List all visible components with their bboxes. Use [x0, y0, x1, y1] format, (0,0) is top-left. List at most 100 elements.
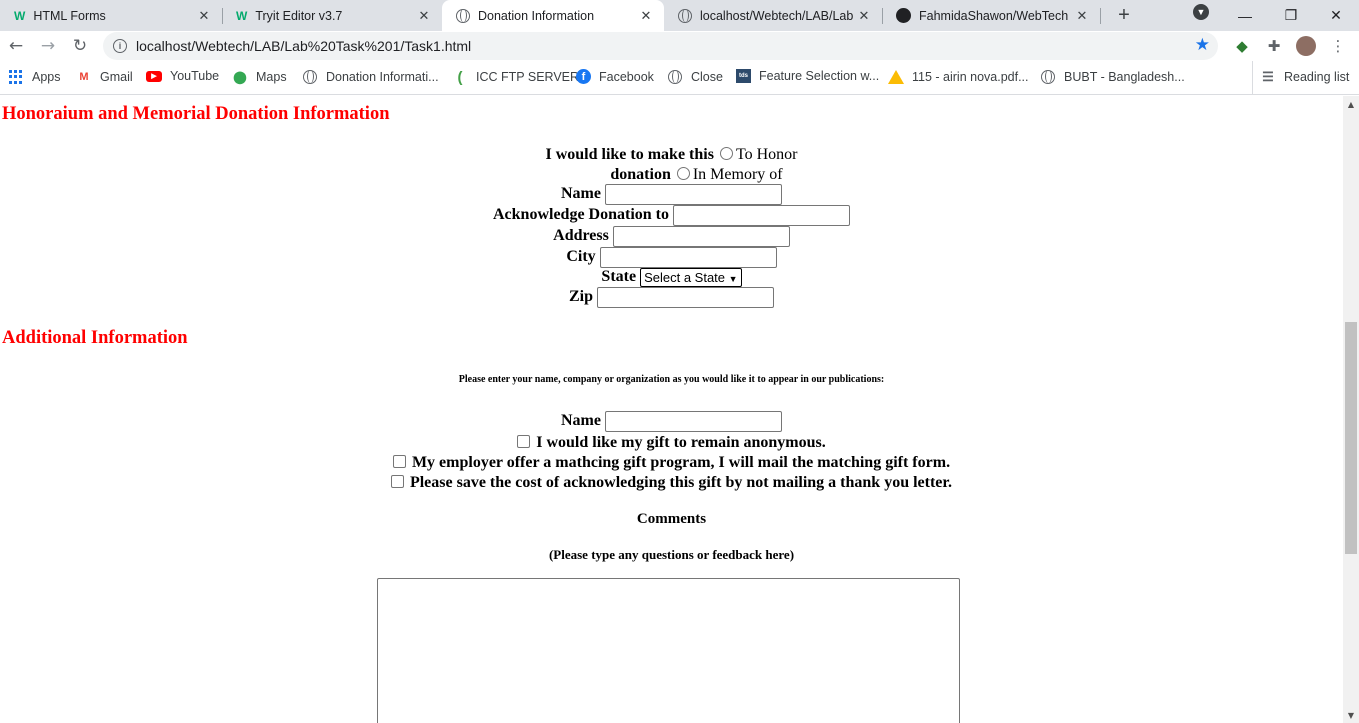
in-memory-radio[interactable]: [676, 167, 690, 181]
tab-title: Donation Information: [478, 8, 595, 23]
publication-name-input[interactable]: [604, 411, 782, 432]
back-arrow-icon[interactable]: ←: [4, 34, 28, 58]
save-cost-row: Please save the cost of acknowledging th…: [0, 473, 1343, 493]
page-viewport: Honoraium and Memorial Donation Informat…: [0, 96, 1343, 723]
globe-icon: [302, 69, 318, 85]
comments-heading: Comments: [636, 511, 707, 527]
close-icon[interactable]: ✕: [416, 8, 432, 24]
bookmark-label: ICC FTP SERVER: [476, 70, 580, 84]
state-selected-value: Select a State: [644, 269, 726, 285]
close-icon[interactable]: ✕: [196, 8, 212, 24]
tab-donation-information[interactable]: Donation Information ✕: [442, 0, 664, 31]
anonymous-label: I would like my gift to remain anonymous…: [536, 434, 826, 451]
reading-list-icon: ☰: [1262, 69, 1274, 84]
tab-title: FahmidaShawon/WebTech: [919, 8, 1069, 23]
donation-label: donation: [610, 166, 671, 183]
anonymous-row: I would like my gift to remain anonymous…: [0, 433, 1343, 453]
employer-match-checkbox[interactable]: [392, 455, 406, 469]
tab-title: Tryit Editor v3.7: [255, 8, 343, 23]
tab-title: HTML Forms: [33, 8, 106, 23]
globe-icon: [678, 8, 692, 23]
honor-memorial-heading: Honoraium and Memorial Donation Informat…: [2, 104, 390, 124]
minimize-icon[interactable]: —: [1222, 0, 1268, 31]
tab-search-icon[interactable]: ▼: [1193, 4, 1209, 20]
tab-localhost-lab[interactable]: localhost/Webtech/LAB/Lab ✕: [664, 0, 882, 31]
comments-heading-row: Comments: [0, 509, 1343, 529]
tab-strip: W HTML Forms ✕ W Tryit Editor v3.7 ✕ Don…: [0, 0, 1359, 31]
bookmark-label: Apps: [32, 70, 61, 84]
extension-icon[interactable]: ◆: [1233, 37, 1251, 55]
bookmark-star-icon[interactable]: ★: [1195, 35, 1210, 55]
close-icon[interactable]: ✕: [856, 8, 872, 24]
address-input[interactable]: [612, 226, 790, 247]
bookmark-icc-ftp[interactable]: ( ICC FTP SERVER: [452, 68, 580, 86]
acknowledge-input[interactable]: [673, 205, 850, 226]
github-icon: [896, 8, 911, 23]
tab-tryit-editor[interactable]: W Tryit Editor v3.7 ✕: [222, 0, 442, 31]
name-input[interactable]: [604, 184, 782, 205]
bookmark-close[interactable]: Close: [667, 69, 723, 85]
publication-name-row: Name: [0, 411, 1343, 432]
icc-icon: (: [457, 68, 463, 86]
close-icon[interactable]: ✕: [1074, 8, 1090, 24]
restore-icon[interactable]: ❐: [1268, 0, 1314, 31]
comments-hint-row: (Please type any questions or feedback h…: [0, 545, 1343, 565]
bookmark-gmail[interactable]: M Gmail: [76, 69, 132, 85]
zip-row: Zip: [0, 287, 1343, 308]
w3schools-icon: W: [236, 8, 248, 23]
address-bar[interactable]: i localhost/Webtech/LAB/Lab%20Task%201/T…: [103, 32, 1218, 60]
profile-avatar[interactable]: [1296, 36, 1316, 56]
to-honor-radio[interactable]: [719, 147, 733, 161]
forward-arrow-icon[interactable]: →: [36, 34, 60, 58]
w3schools-icon: W: [14, 8, 26, 23]
globe-icon: [1040, 69, 1056, 85]
scroll-down-arrow-icon[interactable]: ▼: [1343, 707, 1359, 723]
tab-html-forms[interactable]: W HTML Forms ✕: [0, 0, 222, 31]
extensions-puzzle-icon[interactable]: ✚: [1265, 37, 1283, 55]
reading-list-label: Reading list: [1284, 70, 1350, 84]
bookmark-facebook[interactable]: f Facebook: [576, 69, 654, 84]
bookmark-apps[interactable]: Apps: [8, 69, 61, 85]
scrollbar-thumb[interactable]: [1345, 322, 1357, 554]
reading-list-button[interactable]: ☰ Reading list: [1260, 69, 1349, 85]
new-tab-button[interactable]: +: [1113, 0, 1135, 31]
state-select[interactable]: Select a State ▼: [640, 267, 742, 287]
apps-grid-icon: [8, 69, 24, 85]
bookmark-airin-nova-pdf[interactable]: 115 - airin nova.pdf...: [888, 69, 1029, 85]
bookmark-bubt[interactable]: BUBT - Bangladesh...: [1040, 69, 1185, 85]
bookmark-maps[interactable]: ⬤ Maps: [232, 69, 286, 85]
state-row: State Select a State ▼: [0, 267, 1343, 287]
facebook-icon: f: [576, 69, 591, 84]
bookmarks-divider: [1252, 61, 1253, 95]
close-icon[interactable]: ✕: [638, 8, 654, 24]
city-input[interactable]: [599, 247, 777, 268]
anonymous-checkbox[interactable]: [517, 435, 531, 449]
zip-label: Zip: [568, 288, 593, 306]
employer-row: My employer offer a mathcing gift progra…: [0, 453, 1343, 473]
city-row: City: [0, 247, 1343, 268]
acknowledge-label: Acknowledge Donation to: [492, 206, 669, 224]
url-text[interactable]: localhost/Webtech/LAB/Lab%20Task%201/Tas…: [136, 38, 471, 54]
page-scrollbar[interactable]: ▲ ▼: [1343, 96, 1359, 723]
to-honor-label: To Honor: [735, 146, 798, 163]
bookmark-feature-selection[interactable]: tds Feature Selection w...: [736, 69, 879, 83]
save-cost-checkbox[interactable]: [390, 475, 404, 489]
chevron-down-icon: ▼: [728, 273, 738, 284]
comments-textarea[interactable]: [377, 578, 960, 723]
tab-github-webtech[interactable]: FahmidaShawon/WebTech ✕: [882, 0, 1100, 31]
bookmark-label: 115 - airin nova.pdf...: [912, 70, 1029, 84]
window-close-icon[interactable]: ✕: [1313, 0, 1359, 31]
bookmark-donation-info[interactable]: Donation Informati...: [302, 69, 439, 85]
google-drive-icon: [888, 69, 904, 85]
bookmarks-bar: Apps M Gmail ▶ YouTube ⬤ Maps Donation I…: [0, 61, 1359, 95]
bookmark-youtube[interactable]: ▶ YouTube: [146, 69, 219, 83]
city-label: City: [566, 248, 596, 266]
site-info-icon[interactable]: i: [113, 39, 127, 53]
menu-kebab-icon[interactable]: ⋮: [1329, 37, 1347, 55]
scroll-up-arrow-icon[interactable]: ▲: [1343, 96, 1359, 112]
reload-icon[interactable]: ↻: [68, 34, 92, 58]
acknowledge-row: Acknowledge Donation to: [0, 205, 1343, 226]
zip-input[interactable]: [597, 287, 774, 308]
bookmark-label: Facebook: [599, 69, 654, 84]
gmail-icon: M: [79, 71, 89, 83]
